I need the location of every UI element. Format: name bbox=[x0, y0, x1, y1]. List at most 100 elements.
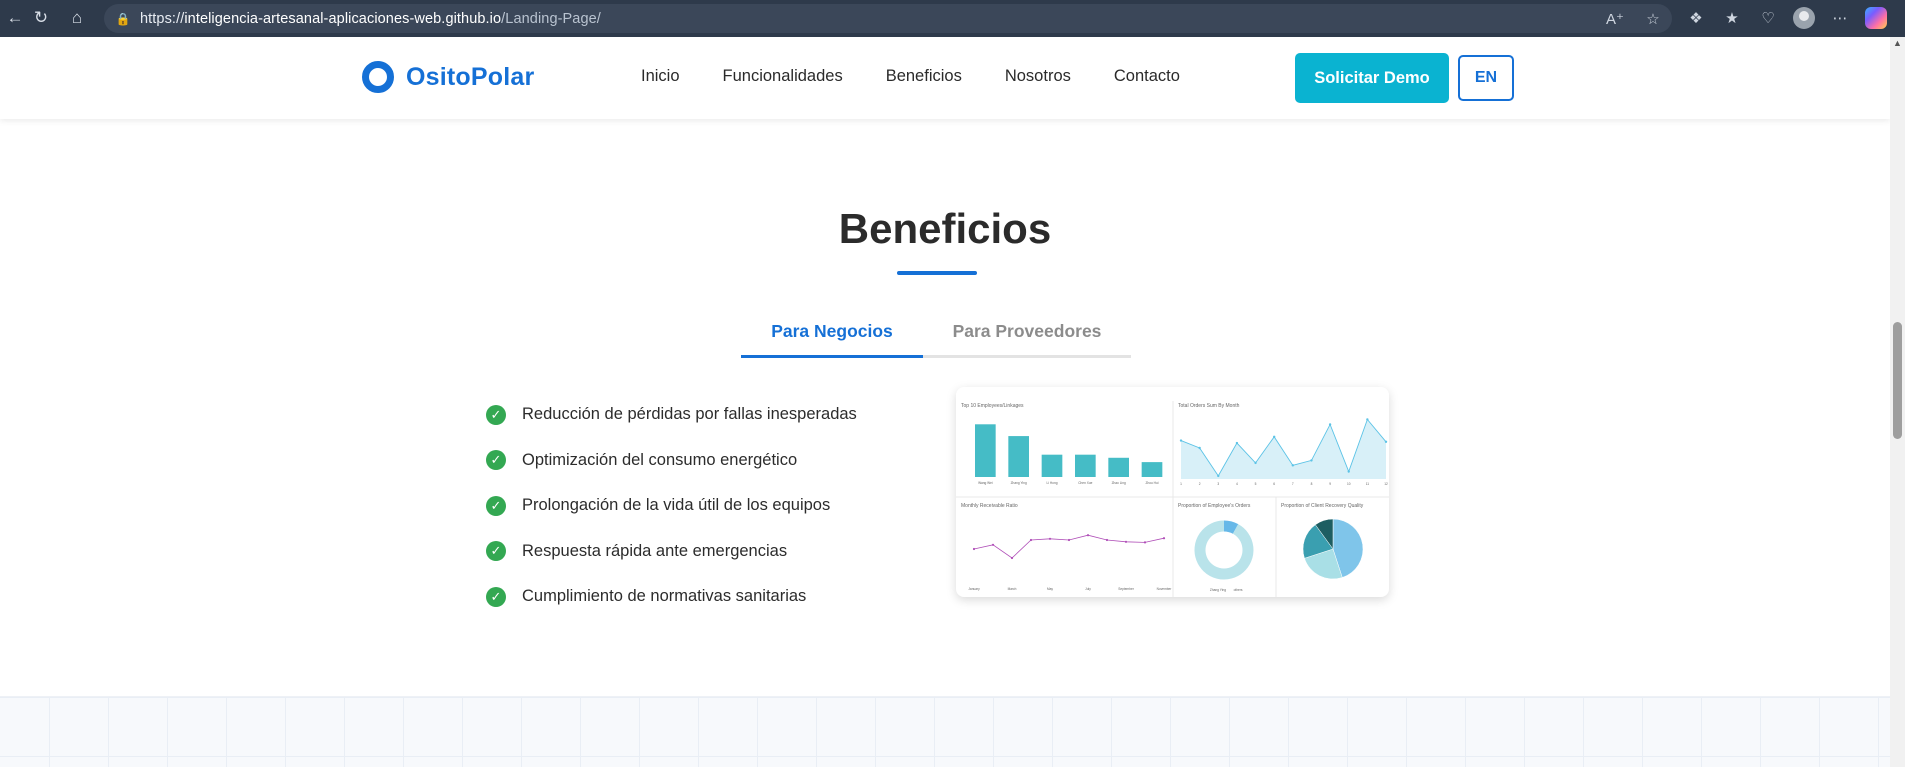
data-point bbox=[991, 543, 995, 546]
tick-label: November bbox=[1157, 587, 1173, 591]
bar bbox=[1075, 454, 1096, 477]
tick-label: 6 bbox=[1273, 482, 1275, 486]
data-point bbox=[1143, 541, 1147, 544]
language-toggle-button[interactable]: EN bbox=[1458, 55, 1514, 101]
data-point bbox=[1124, 540, 1128, 543]
favorite-star-icon[interactable]: ☆ bbox=[1642, 8, 1664, 30]
tick-label: Chen Xue bbox=[1078, 481, 1092, 485]
page: OsitoPolar Inicio Funcionalidades Benefi… bbox=[0, 37, 1890, 767]
scroll-up-icon[interactable]: ▲ bbox=[1893, 39, 1902, 48]
donut-slice bbox=[1223, 520, 1239, 534]
tick-label: 5 bbox=[1255, 482, 1257, 486]
tick-label: Zhang Ying bbox=[1011, 481, 1027, 485]
tick-label: 3 bbox=[1217, 482, 1219, 486]
next-section-background bbox=[0, 696, 1890, 767]
section-title: Beneficios bbox=[838, 205, 1052, 252]
tick-label: January bbox=[968, 587, 980, 591]
logo-icon bbox=[362, 61, 394, 93]
donut-slice bbox=[1194, 520, 1254, 580]
bar bbox=[1108, 457, 1129, 477]
area-fill bbox=[1181, 419, 1386, 479]
data-point bbox=[1217, 474, 1220, 478]
data-point bbox=[1235, 441, 1239, 445]
scroll-thumb[interactable] bbox=[1893, 322, 1902, 439]
benefit-text: Respuesta rápida ante emergencias bbox=[522, 541, 788, 560]
url-text[interactable]: https://inteligencia-artesanal-aplicacio… bbox=[140, 11, 601, 27]
tick-label: 8 bbox=[1311, 482, 1313, 486]
data-point bbox=[1198, 446, 1201, 450]
data-point bbox=[1048, 537, 1052, 540]
address-bar[interactable]: 🔒 https://inteligencia-artesanal-aplicac… bbox=[104, 4, 1672, 33]
bar bbox=[975, 424, 996, 477]
benefit-tabs: Para Negocios Para Proveedores bbox=[741, 315, 1131, 358]
list-item: ✓ Cumplimiento de normativas sanitarias bbox=[486, 574, 857, 620]
bar bbox=[1141, 462, 1163, 477]
list-item: ✓ Prolongación de la vida útil de los eq… bbox=[486, 483, 857, 529]
data-point bbox=[1086, 534, 1090, 537]
browser-toolbar: ← ↻ ⌂ 🔒 https://inteligencia-artesanal-a… bbox=[0, 0, 1905, 37]
read-aloud-icon[interactable]: A⁺ bbox=[1604, 8, 1626, 30]
tab-para-negocios[interactable]: Para Negocios bbox=[741, 315, 923, 358]
tick-label: March bbox=[1008, 587, 1017, 591]
tick-label: 12 bbox=[1384, 482, 1388, 486]
back-icon[interactable]: ← bbox=[2, 5, 28, 31]
benefit-text: Cumplimiento de normativas sanitarias bbox=[522, 587, 807, 606]
data-point bbox=[1067, 538, 1071, 542]
extensions-icon[interactable]: ❖ bbox=[1685, 7, 1707, 29]
list-item: ✓ Optimización del consumo energético bbox=[486, 438, 857, 484]
data-point bbox=[1010, 556, 1014, 560]
data-point bbox=[1328, 423, 1332, 426]
tick-label: 1 bbox=[1180, 482, 1182, 486]
check-icon: ✓ bbox=[486, 495, 506, 516]
nav-nosotros[interactable]: Nosotros bbox=[1005, 67, 1071, 86]
more-icon[interactable]: ⋯ bbox=[1829, 7, 1851, 29]
data-point bbox=[1347, 470, 1350, 473]
copilot-icon[interactable] bbox=[1865, 7, 1887, 29]
lock-icon[interactable]: 🔒 bbox=[114, 10, 132, 28]
profile-icon[interactable] bbox=[1793, 7, 1815, 29]
benefit-text: Reducción de pérdidas por fallas inesper… bbox=[522, 405, 857, 424]
chart-title: Monthly Receivable Ratio bbox=[961, 503, 1018, 509]
data-point bbox=[1384, 440, 1388, 443]
home-icon[interactable]: ⌂ bbox=[64, 5, 90, 31]
dashboard-image: Top 10 Employees/Linkages Wang Wei Zhang Y… bbox=[956, 387, 1389, 597]
title-underline bbox=[897, 271, 977, 275]
tab-para-proveedores[interactable]: Para Proveedores bbox=[923, 315, 1131, 358]
brand-logo[interactable]: OsitoPolar bbox=[362, 61, 534, 93]
chart-title: Top 10 Employees/Linkages bbox=[961, 403, 1024, 409]
check-icon: ✓ bbox=[486, 541, 506, 562]
tick-label: September bbox=[1118, 587, 1135, 591]
nav-inicio[interactable]: Inicio bbox=[641, 67, 680, 86]
tick-label: 2 bbox=[1199, 482, 1201, 486]
health-icon[interactable]: ♡ bbox=[1757, 7, 1779, 29]
list-item: ✓ Respuesta rápida ante emergencias bbox=[486, 529, 857, 575]
request-demo-button[interactable]: Solicitar Demo bbox=[1295, 53, 1449, 103]
nav-contacto[interactable]: Contacto bbox=[1114, 67, 1180, 86]
tick-label: 11 bbox=[1366, 482, 1370, 486]
tick-label: 9 bbox=[1329, 482, 1331, 486]
check-icon: ✓ bbox=[486, 450, 506, 471]
chart-title: Proportion of Employee's Orders bbox=[1178, 503, 1251, 509]
bar bbox=[1041, 454, 1063, 477]
nav-beneficios[interactable]: Beneficios bbox=[886, 67, 962, 86]
refresh-icon[interactable]: ↻ bbox=[28, 5, 54, 31]
tick-label: 10 bbox=[1347, 482, 1351, 486]
favorites-icon[interactable]: ★ bbox=[1721, 7, 1743, 29]
bar bbox=[1008, 436, 1029, 477]
page-scrollbar[interactable]: ▲ bbox=[1890, 37, 1905, 767]
chart-title: Proportion of Client Recovery Quality bbox=[1281, 503, 1364, 509]
tick-label: Li Hong bbox=[1047, 481, 1058, 485]
check-icon: ✓ bbox=[486, 404, 506, 425]
tick-label: May bbox=[1047, 587, 1053, 591]
data-point bbox=[1162, 537, 1166, 540]
check-icon: ✓ bbox=[486, 586, 506, 607]
data-point bbox=[1310, 459, 1313, 462]
nav-funcionalidades[interactable]: Funcionalidades bbox=[723, 67, 843, 86]
legend-label: Zhang Ying bbox=[1210, 588, 1226, 592]
data-point bbox=[1291, 464, 1295, 467]
legend-label: others bbox=[1234, 588, 1243, 592]
tick-label: 4 bbox=[1236, 482, 1238, 486]
list-item: ✓ Reducción de pérdidas por fallas inesp… bbox=[486, 392, 857, 438]
series-line bbox=[973, 534, 1165, 559]
tick-label: Zhou Hui bbox=[1146, 481, 1159, 485]
